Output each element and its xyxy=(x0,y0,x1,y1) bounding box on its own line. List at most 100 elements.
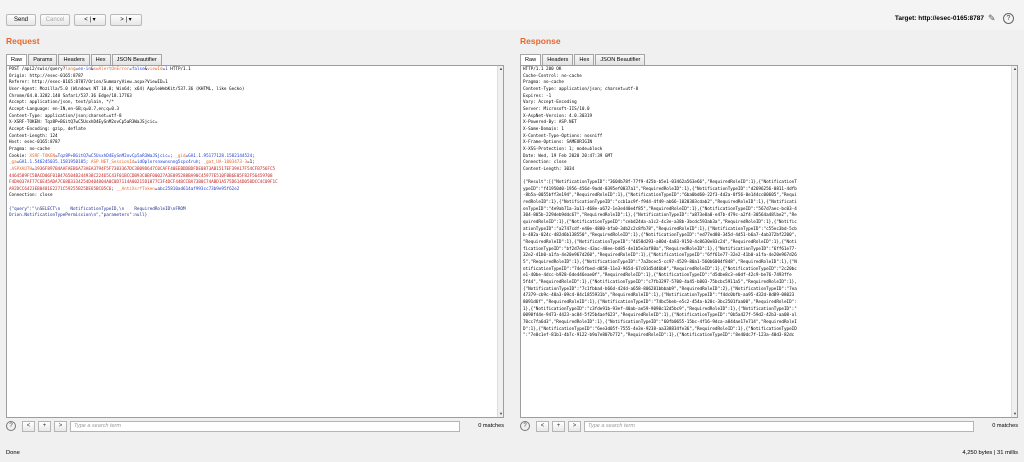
request-token: Origin: http://esec-0165:8787 xyxy=(9,73,84,79)
search-prev-button[interactable]: < xyxy=(536,421,549,432)
back-button[interactable]: < | ▾ xyxy=(74,14,106,26)
request-token: Accept: application/json, text/plain, */… xyxy=(9,100,114,106)
request-token: abc25810ad614af993cc73b9e95f62e2 xyxy=(157,186,240,192)
help-icon[interactable]: ? xyxy=(6,421,16,431)
response-line: Vary: Accept-Encoding xyxy=(523,100,577,106)
request-token: HTTP/1.1 xyxy=(167,67,191,72)
scroll-up-arrow-icon[interactable]: ▲ xyxy=(1012,66,1017,72)
request-token: ASP.NET_SessionId xyxy=(90,160,135,166)
request-tab-raw[interactable]: Raw xyxy=(6,54,28,65)
request-tab-json-beautifier[interactable]: JSON Beautifier xyxy=(111,54,162,65)
request-token: Accept-Language: en-IN,en-GB;q=0.7,en;q=… xyxy=(9,106,120,112)
response-line: ":"7e0c1ef-81b1-4b7c-9122-b9a7e807b772",… xyxy=(523,333,795,339)
request-line: .ASPXAUTH=1936F897B4AAFAEB6A73AEA3794F5F… xyxy=(9,167,278,174)
request-token: _gid xyxy=(175,153,186,159)
scroll-up-arrow-icon[interactable]: ▲ xyxy=(498,66,503,72)
response-line: Content-Length: 3034 xyxy=(523,166,575,172)
request-token: =1; xyxy=(247,160,255,166)
request-line: Connection: close xyxy=(9,193,278,200)
response-line: quiredRoleID":1},{"NotificationTypeID":"… xyxy=(523,220,797,226)
response-viewer[interactable]: HTTP/1.1 200 OK Cache-Control: no-cache Pr… xyxy=(520,65,1018,418)
request-token: _gat_UA-1803473-3 xyxy=(203,160,248,166)
response-raw-text[interactable]: HTTP/1.1 200 OK Cache-Control: no-cache Pr… xyxy=(523,67,797,340)
response-heading: Response xyxy=(520,36,561,46)
request-tab-headers[interactable]: Headers xyxy=(58,54,90,65)
request-line: X-XSRF-TOKEN: Tqz8P+BGitQ7wC5UsxhD4EySnM… xyxy=(9,120,278,127)
request-token: GA1.1.95177128.1582144524 xyxy=(188,153,253,159)
match-count: 0 matches xyxy=(478,423,504,429)
request-token: .ASPXAUTH xyxy=(9,166,33,172)
response-search-bar: ? < + > Type a search term 0 matches xyxy=(520,420,1018,435)
response-line: 5f44","RequiredRoleID":1},{"Notification… xyxy=(523,280,797,285)
request-line: Host: esec-0165:8787 xyxy=(9,140,278,147)
request-token: Referer: http://esec-0165:8787/Orion/Sum… xyxy=(9,80,168,86)
scroll-down-arrow-icon[interactable]: ▼ xyxy=(1012,411,1017,417)
response-line: {"Result":[{"NotificationTypeID":"3604b7… xyxy=(523,180,797,186)
request-heading: Request xyxy=(6,36,40,46)
response-tab-json-beautifier[interactable]: JSON Beautifier xyxy=(595,54,646,65)
request-line: Accept-Language: en-IN,en-GB;q=0.7,en;q=… xyxy=(9,107,278,114)
request-token: POST /api2/swis/query? xyxy=(9,67,66,72)
request-token: Host: esec-0165:8787 xyxy=(9,140,61,146)
search-add-button[interactable]: + xyxy=(552,421,565,432)
request-token: Accept-Encoding: gzip, deflate xyxy=(9,126,86,132)
request-scrollbar[interactable]: ▲ ▼ xyxy=(497,66,503,417)
request-token: _ga xyxy=(9,160,17,166)
request-token: F4DA037AF77C6E45ADA7C68B3334254D404804A0… xyxy=(9,180,278,186)
match-count: 0 matches xyxy=(992,423,1018,429)
response-line: 0090f44e-9473-4423-ac84-5f25b4aef623","R… xyxy=(523,313,797,319)
request-token: Content-Type: application/json;charset=u… xyxy=(9,113,122,119)
send-button[interactable]: Send xyxy=(6,14,36,26)
request-raw-text[interactable]: POST /api2/swis/query?lang=en-in&swAlert… xyxy=(9,67,278,220)
status-bar: Done 4,250 bytes | 31 millis xyxy=(0,446,1024,462)
search-prev-button[interactable]: < xyxy=(22,421,35,432)
request-token: {"query":"\nSELECT\n NotificationTypeID,… xyxy=(9,206,186,212)
request-line: _ga=GA1.1.546245035.1581950185; ASP.NET_… xyxy=(9,160,278,167)
response-line: redRoleID":1},{"NotificationTypeID":"ccb… xyxy=(523,200,797,206)
request-token: Content-Length: 124 xyxy=(9,133,58,139)
response-line: 47379-cb9c-48a3-09c4-84c1855931b","Requi… xyxy=(523,293,795,299)
response-tabs: Raw Headers Hex JSON Beautifier xyxy=(520,54,646,65)
response-line: X-Powered-By: ASP.NET xyxy=(523,120,577,126)
request-tab-params[interactable]: Params xyxy=(28,54,58,65)
response-line: Pragma: no-cache xyxy=(523,80,564,86)
target-label: Target: http://esec-0165:8787 xyxy=(894,15,984,22)
request-line: Orion.NotificationTypePermission\n","par… xyxy=(9,213,278,220)
response-scrollbar[interactable]: ▲ ▼ xyxy=(1011,66,1017,417)
cancel-button[interactable]: Cancel xyxy=(40,14,70,26)
request-editor[interactable]: POST /api2/swis/query?lang=en-in&swAlert… xyxy=(6,65,504,418)
response-tab-raw[interactable]: Raw xyxy=(520,54,542,65)
request-tab-hex[interactable]: Hex xyxy=(90,54,111,65)
request-line: Accept: application/json, text/plain, */… xyxy=(9,100,278,107)
request-token: ; xyxy=(252,153,255,159)
response-line: X-Same-Domain: 1 xyxy=(523,126,564,132)
response-line: 5","RequiredRoleID":1},{"NotificationTyp… xyxy=(523,260,797,266)
response-tab-hex[interactable]: Hex xyxy=(574,54,595,65)
scroll-down-arrow-icon[interactable]: ▼ xyxy=(498,411,503,417)
response-tab-headers[interactable]: Headers xyxy=(542,54,574,65)
search-input[interactable]: Type a search term xyxy=(70,421,460,432)
search-next-button[interactable]: > xyxy=(568,421,581,432)
request-line: POST /api2/swis/query?lang=en-in&swAlert… xyxy=(9,67,278,74)
search-input[interactable]: Type a search term xyxy=(584,421,974,432)
request-token: Tqz8P+BGitQ7wC5UsxhD4EySnM2ovCp5aR3WaJSj… xyxy=(57,153,171,159)
request-token: false xyxy=(131,67,145,72)
request-token: Cookie: xyxy=(9,153,30,159)
edit-target-pencil-icon[interactable]: ✎ xyxy=(988,13,998,25)
request-line: Pragma: no-cache xyxy=(9,147,278,154)
forward-button[interactable]: > | ▾ xyxy=(110,14,142,26)
toolbar: Send Cancel < | ▾ > | ▾ Target: http://e… xyxy=(0,0,1024,30)
request-token: GA1.1.546245035.1581950185 xyxy=(19,160,86,166)
help-icon[interactable]: ? xyxy=(1003,13,1014,24)
request-token: __AntiXsrfToken xyxy=(116,186,155,192)
status-text: Done xyxy=(6,450,20,456)
request-tabs: Raw Params Headers Hex JSON Beautifier xyxy=(6,54,163,65)
response-line: Content-Type: application/json; charset=… xyxy=(523,86,639,92)
request-token: A92DCC6423EB0481E2271C59255B25DE65BC05C6 xyxy=(9,186,112,192)
response-line: 70cc7fa6d3","RequiredRoleID":1},{"Notifi… xyxy=(523,319,797,325)
request-token: Orion.NotificationTypePermission\n","par… xyxy=(9,213,148,219)
help-icon[interactable]: ? xyxy=(520,421,530,431)
search-next-button[interactable]: > xyxy=(54,421,67,432)
search-add-button[interactable]: + xyxy=(38,421,51,432)
request-token: viewId xyxy=(147,67,163,72)
